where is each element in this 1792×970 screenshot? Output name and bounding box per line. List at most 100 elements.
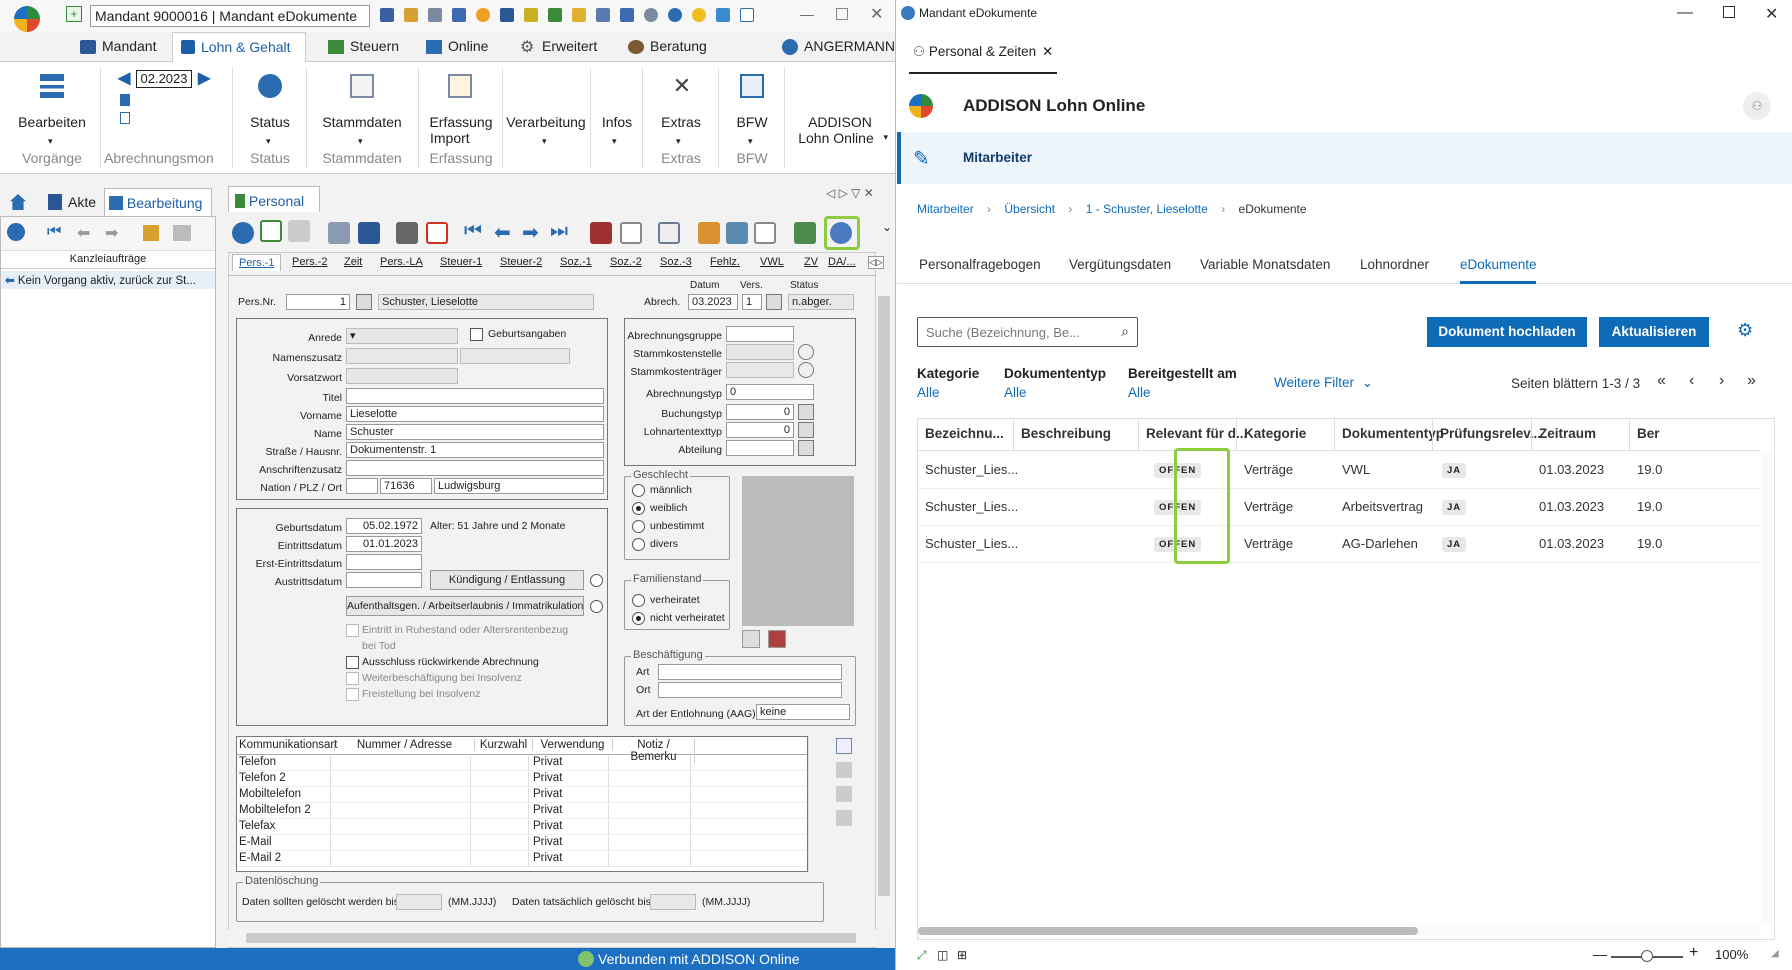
next-record-icon[interactable]: ➡ <box>522 220 539 245</box>
minimize-icon[interactable]: — <box>1677 4 1693 22</box>
avatar[interactable]: ⚇ <box>1743 92 1771 120</box>
anrede-select[interactable]: ▾ <box>346 328 458 344</box>
zoom-slider-thumb[interactable] <box>1641 950 1653 962</box>
search-icon[interactable] <box>798 344 814 360</box>
document-name[interactable]: Schuster_Lies... <box>925 462 1018 477</box>
filter-dokumententyp-value[interactable]: Alle <box>1004 385 1106 400</box>
komm-action-icon[interactable] <box>836 810 852 826</box>
ausschluss-checkbox[interactable] <box>346 656 359 669</box>
ruhestand-checkbox[interactable] <box>346 624 359 637</box>
lightbulb-icon[interactable] <box>692 8 706 22</box>
filter-kategorie[interactable]: Kategorie Alle <box>917 366 979 400</box>
ribbon-infos-button[interactable]: Infos <box>594 114 640 130</box>
geburtsdatum-field[interactable]: 05.02.1972 <box>346 518 422 534</box>
tab-soz-3[interactable]: Soz.-3 <box>660 256 692 268</box>
table-row[interactable] <box>918 526 1760 563</box>
tab-personalfragebogen[interactable]: Personalfragebogen <box>919 257 1041 272</box>
strasse-field[interactable]: Dokumentenstr. 1 <box>346 442 604 458</box>
ort-field-beschaeftigung[interactable] <box>658 682 842 698</box>
ribbon-stammdaten-button[interactable]: Stammdaten <box>310 114 414 130</box>
quick-access-icon[interactable] <box>452 8 466 22</box>
quick-access-icon[interactable] <box>716 8 730 22</box>
zoom-in-icon[interactable]: + <box>1689 944 1698 962</box>
filter-bereitgestellt-value[interactable]: Alle <box>1128 385 1237 400</box>
refresh-button[interactable]: Aktualisieren <box>1599 317 1709 347</box>
ribbon-bearbeiten-button[interactable]: Bearbeiten <box>8 114 96 130</box>
tab-pers-1[interactable]: Pers.-1 <box>232 254 282 271</box>
plz-field[interactable]: 71636 <box>380 478 432 494</box>
stammkostentraeger-field[interactable] <box>726 362 794 378</box>
geburtsangaben-checkbox[interactable] <box>470 328 483 341</box>
radio-weiblich[interactable] <box>632 502 645 515</box>
tab-lohnordner[interactable]: Lohnordner <box>1360 257 1429 272</box>
calc-icon[interactable] <box>120 94 130 106</box>
komm-col-header[interactable]: Kurzwahl <box>475 739 533 751</box>
photo-upload-icon[interactable] <box>742 630 760 648</box>
minimize-icon[interactable]: — <box>800 6 814 22</box>
document-icon[interactable] <box>754 222 776 244</box>
word-icon[interactable] <box>500 8 514 22</box>
quick-access-icon[interactable] <box>524 8 538 22</box>
abrech-vers-field[interactable]: 1 <box>742 294 762 310</box>
save-icon[interactable] <box>328 222 350 244</box>
tab-variable-monatsdaten[interactable]: Variable Monatsdaten <box>1200 257 1330 272</box>
komm-col-header[interactable]: Verwendung <box>533 739 613 751</box>
table-row[interactable]: Mobiltelefon 2 Privat <box>237 803 807 819</box>
mandant-selector[interactable]: Mandant 9000016 | Mandant eDokumente <box>90 5 370 27</box>
abteilung-field[interactable] <box>726 440 794 456</box>
form-hscrollbar[interactable] <box>228 930 876 946</box>
split-view-icon[interactable]: ◫ <box>937 948 948 962</box>
weiterbesch-checkbox[interactable] <box>346 672 359 685</box>
search-box[interactable]: Suche (Bezeichnung, Be... ⌕ <box>917 317 1138 347</box>
delete-icon[interactable] <box>590 222 612 244</box>
expand-icon[interactable]: ⤢ <box>917 948 927 963</box>
stammkostenstelle-field[interactable] <box>726 344 794 360</box>
ort-field[interactable]: Ludwigsburg <box>434 478 604 494</box>
kanzlei-list-item[interactable]: ⬅ Kein Vorgang aktiv, zurück zur St... <box>1 271 215 289</box>
tab-lohn-gehalt[interactable]: Lohn & Gehalt <box>172 32 306 63</box>
kuendigung-button[interactable]: Kündigung / Entlassung <box>430 570 584 590</box>
filter-bereitgestellt[interactable]: Bereitgestellt am Alle <box>1128 366 1237 400</box>
table-row[interactable]: Mobiltelefon Privat <box>237 787 807 803</box>
close-icon[interactable]: ✕ <box>870 4 883 24</box>
tab-fehlz[interactable]: Fehlz. <box>710 256 740 268</box>
table-col-header[interactable]: Relevant für d... <box>1146 426 1247 441</box>
pdf-icon[interactable] <box>426 222 448 244</box>
lookup-icon[interactable] <box>798 422 814 438</box>
zoom-out-icon[interactable]: — <box>1593 946 1607 962</box>
more-filters-button[interactable]: Weitere Filter ⌄ <box>1274 375 1373 391</box>
tats-field[interactable] <box>650 894 696 910</box>
close-icon[interactable]: ✕ <box>1042 44 1053 59</box>
table-col-header[interactable]: Ber <box>1637 426 1660 441</box>
scroll-thumb[interactable] <box>246 933 856 943</box>
entlohnung-select[interactable]: keine <box>756 704 850 720</box>
col-separator[interactable] <box>1013 419 1014 451</box>
home-icon[interactable] <box>10 194 26 210</box>
tab-soz-2[interactable]: Soz.-2 <box>610 256 642 268</box>
tab-zv[interactable]: ZV <box>804 256 818 268</box>
table-row[interactable] <box>918 452 1760 489</box>
tab-da[interactable]: DA/... <box>828 256 856 268</box>
transfer-icon[interactable] <box>726 222 748 244</box>
table-row[interactable]: Telefon Privat <box>237 755 807 771</box>
document-name[interactable]: Schuster_Lies... <box>925 499 1018 514</box>
soll-field[interactable] <box>396 894 442 910</box>
ribbon-verarbeitung-button[interactable]: Verarbeitung <box>504 114 588 130</box>
print-icon[interactable] <box>396 222 418 244</box>
table-col-header[interactable]: Beschreibung <box>1021 426 1111 441</box>
form-vscrollbar[interactable] <box>876 278 892 928</box>
nation-field[interactable] <box>346 478 378 494</box>
quick-access-icon[interactable] <box>620 8 634 22</box>
col-separator[interactable] <box>1531 419 1532 451</box>
radio-verheiratet[interactable] <box>632 594 645 607</box>
ribbon-erfassung-button[interactable]: Erfassung <box>422 114 500 130</box>
breadcrumb-uebersicht[interactable]: Übersicht <box>1004 202 1055 216</box>
first-icon[interactable]: ⏮ <box>47 223 61 241</box>
table-col-header[interactable]: Bezeichnu... <box>925 426 1004 441</box>
radio-nicht-verheiratet[interactable] <box>632 612 645 625</box>
ribbon-lohn-online-button[interactable]: Lohn Online <box>788 130 884 146</box>
persnr-field[interactable]: 1 <box>286 294 350 310</box>
tab-beratung[interactable]: Beratung <box>650 38 707 54</box>
col-separator[interactable] <box>1629 419 1630 451</box>
period-field[interactable]: 02.2023 <box>136 70 192 88</box>
